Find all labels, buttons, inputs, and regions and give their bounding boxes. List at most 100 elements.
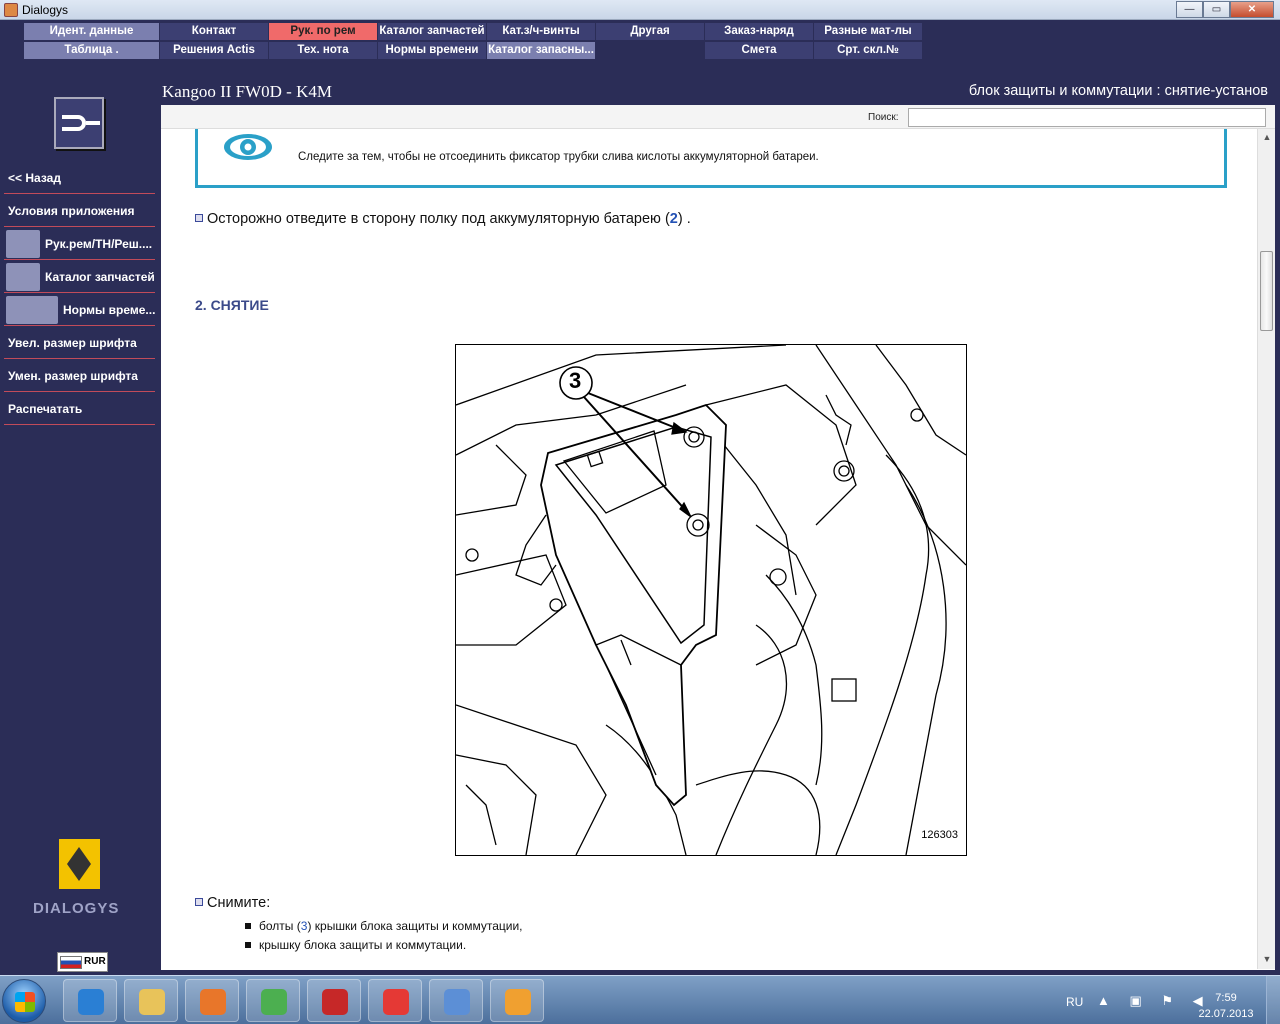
window-titlebar: Dialogys — ▭ ✕	[0, 0, 1280, 20]
yandex-icon	[383, 989, 409, 1015]
menu-item[interactable]: Заказ-наряд	[705, 23, 813, 40]
menu-item	[596, 42, 704, 59]
app-icon	[4, 3, 18, 17]
menu-item[interactable]: Нормы времени	[378, 42, 486, 59]
chrome-icon	[261, 989, 287, 1015]
menu-row-1: Идент. данные Контакт Рук. по рем Каталог з…	[24, 23, 923, 41]
document-body: Следите за тем, чтобы не отсоединить фик…	[161, 129, 1257, 969]
search-input[interactable]	[908, 108, 1266, 127]
currency-label: RUR	[84, 956, 106, 967]
language-indicator[interactable]: RU	[1066, 995, 1083, 1009]
scroll-up-icon[interactable]: ▲	[1261, 132, 1273, 144]
sidebar-item[interactable]: Увел. размер шрифта	[4, 327, 155, 359]
clock-icon	[6, 296, 58, 324]
window-title: Dialogys	[22, 3, 69, 17]
menu-item[interactable]: Идент. данные	[24, 23, 159, 40]
list-item: болты (3) крышки блока защиты и коммутац…	[245, 919, 522, 933]
taskbar-app[interactable]	[429, 979, 483, 1022]
menu-item[interactable]: Решения Actis	[160, 42, 268, 59]
clock-time: 7:59	[1215, 992, 1237, 1004]
menu-item[interactable]: Смета	[705, 42, 813, 59]
document-title: блок защиты и коммутации : снятие-устано…	[968, 83, 1268, 99]
start-button[interactable]	[2, 979, 46, 1023]
currency-badge[interactable]: RUR	[57, 952, 108, 972]
list-item: крышку блока защиты и коммутации.	[245, 938, 522, 952]
wrench-logo-icon	[54, 97, 104, 149]
instruction-paragraph: Осторожно отведите в сторону полку под а…	[195, 211, 691, 227]
tray-icons[interactable]: ▲ ▣ ⚑ ◀	[1097, 993, 1211, 1009]
show-desktop-button[interactable]	[1266, 976, 1280, 1024]
taskbar-app[interactable]	[63, 979, 117, 1022]
sidebar-item[interactable]: Условия приложения	[4, 195, 155, 227]
sidebar-item[interactable]: Распечатать	[4, 393, 155, 425]
removal-list: болты (3) крышки блока защиты и коммутац…	[245, 919, 522, 957]
content-area: Поиск: Следите за тем, чтобы не отсоедин…	[161, 105, 1275, 970]
figure-callout-number: 3	[569, 368, 582, 393]
menu-item[interactable]: Контакт	[160, 23, 268, 40]
sidebar-item-label: Каталог запчастей	[45, 270, 155, 284]
section-heading: 2. СНЯТИЕ	[195, 297, 269, 313]
taskbar-app[interactable]	[185, 979, 239, 1022]
wrench-icon	[6, 230, 40, 258]
warning-note-box: Следите за тем, чтобы не отсоединить фик…	[195, 129, 1227, 188]
sidebar-item-label: Нормы време...	[63, 303, 155, 317]
menu-row-2: Таблица . Решения Actis Тех. нота Нормы вре…	[24, 42, 923, 60]
taskbar-app[interactable]	[246, 979, 300, 1022]
sidebar-item-label: Рук.рем/ТН/Реш....	[45, 237, 153, 251]
taskbar-app[interactable]	[307, 979, 361, 1022]
menu-item[interactable]: Каталог запчастей	[378, 23, 486, 40]
ie-icon	[78, 989, 104, 1015]
close-button[interactable]: ✕	[1230, 1, 1274, 18]
russia-flag-icon	[60, 956, 82, 969]
scroll-thumb[interactable]	[1260, 251, 1273, 331]
clock[interactable]: 7:59 22.07.2013	[1196, 990, 1256, 1022]
menu-item[interactable]: Кат.з/ч-винты	[487, 23, 595, 40]
sidebar-item-label: Увел. размер шрифта	[8, 336, 137, 350]
clock-date: 22.07.2013	[1198, 1008, 1254, 1020]
sidebar-item-label: << Назад	[8, 171, 61, 185]
sidebar-item-label: Умен. размер шрифта	[8, 369, 138, 383]
media-player-icon	[200, 989, 226, 1015]
menu-item[interactable]: Разные мат-лы	[814, 23, 922, 40]
windows-logo-icon	[15, 992, 35, 1012]
speaker-icon	[444, 989, 470, 1015]
left-sidebar: << Назад Условия приложения Рук.рем/ТН/Реш…	[0, 97, 160, 975]
menu-item[interactable]: Рук. по рем	[269, 23, 377, 40]
top-menu-area: Идент. данные Контакт Рук. по рем Каталог з…	[0, 20, 1280, 105]
sidebar-item[interactable]: Нормы време...	[4, 294, 155, 326]
taskbar-app[interactable]	[124, 979, 178, 1022]
sidebar-item[interactable]: Умен. размер шрифта	[4, 360, 155, 392]
sidebar-item-label: Распечатать	[8, 402, 83, 416]
menu-item[interactable]: Срт. скл.№	[814, 42, 922, 59]
taskbar: RU ▲ ▣ ⚑ ◀ 7:59 22.07.2013	[0, 975, 1280, 1024]
vehicle-title: Kangoo II FW0D - K4M	[162, 82, 332, 101]
sidebar-item[interactable]: Рук.рем/ТН/Реш....	[4, 228, 155, 260]
reference-link[interactable]: 2	[670, 211, 678, 227]
bullet-square-icon	[195, 898, 203, 906]
bullet-square-icon	[195, 214, 203, 222]
dialogys-logo: DIALOGYS	[33, 900, 120, 917]
renault-logo-icon	[59, 839, 100, 889]
maximize-button[interactable]: ▭	[1203, 1, 1230, 18]
figure-number: 126303	[921, 829, 958, 841]
parts-icon	[6, 263, 40, 291]
vertical-scrollbar[interactable]: ▲ ▼	[1257, 129, 1275, 969]
eye-icon	[222, 131, 274, 163]
technical-illustration: 3 126303	[455, 344, 967, 856]
window-controls: — ▭ ✕	[1176, 1, 1274, 18]
menu-item[interactable]: Таблица .	[24, 42, 159, 59]
menu-item[interactable]: Каталог запасны...	[487, 42, 595, 59]
note-text: Следите за тем, чтобы не отсоединить фик…	[298, 151, 819, 163]
java-icon	[505, 989, 531, 1015]
menu-item[interactable]: Тех. нота	[269, 42, 377, 59]
search-label: Поиск:	[868, 112, 899, 123]
taskbar-app[interactable]	[490, 979, 544, 1022]
sidebar-item[interactable]: Каталог запчастей	[4, 261, 155, 293]
kaspersky-icon	[322, 989, 348, 1015]
sidebar-item[interactable]: << Назад	[4, 162, 155, 194]
menu-item[interactable]: Другая	[596, 23, 704, 40]
minimize-button[interactable]: —	[1176, 1, 1203, 18]
taskbar-app[interactable]	[368, 979, 422, 1022]
scroll-down-icon[interactable]: ▼	[1261, 954, 1273, 966]
instruction-paragraph-2: Снимите:	[195, 895, 270, 911]
